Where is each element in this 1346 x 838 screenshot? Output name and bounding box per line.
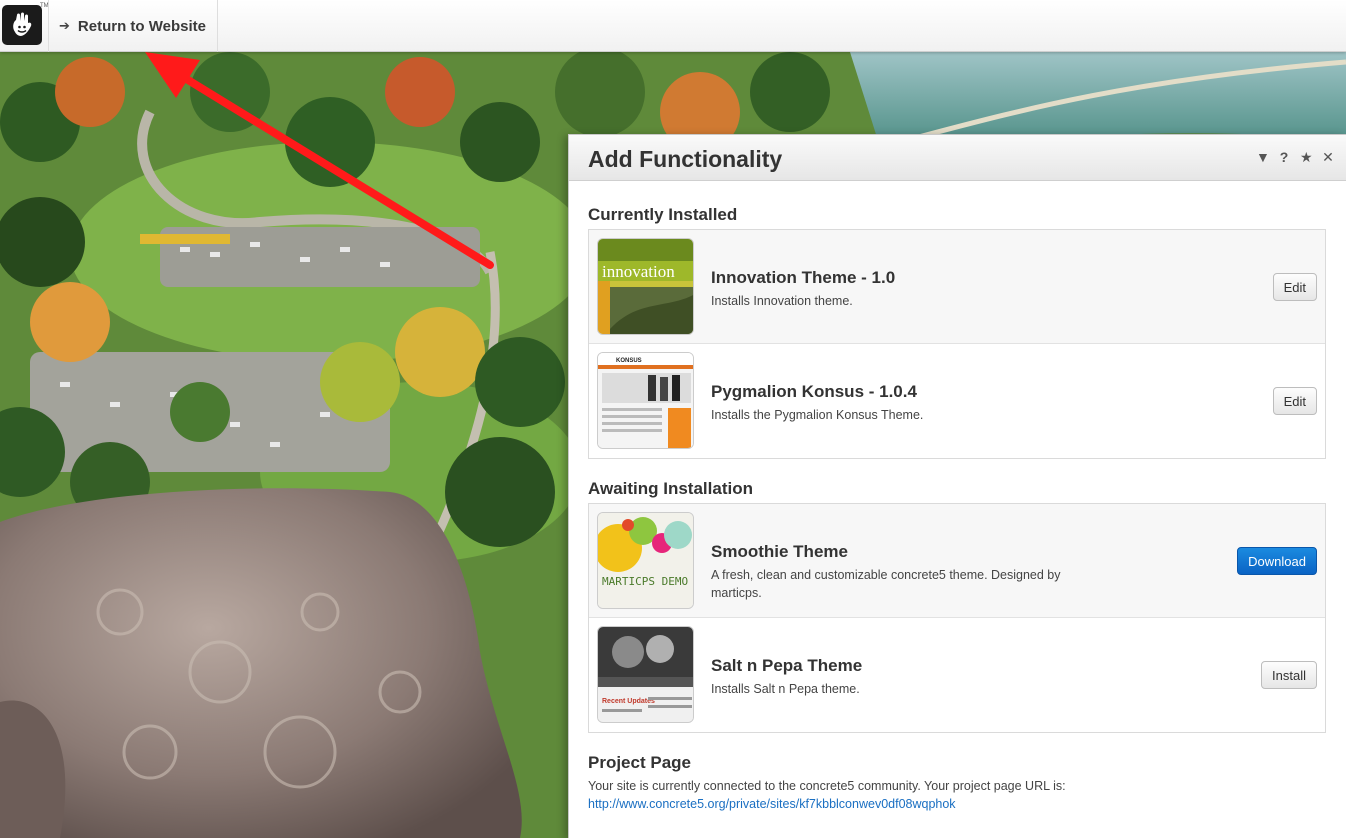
item-name: Smoothie Theme xyxy=(711,542,848,561)
edit-button[interactable]: Edit xyxy=(1272,273,1317,301)
install-button[interactable]: Install xyxy=(1261,661,1317,689)
favorite-star-icon[interactable]: ★ xyxy=(1300,149,1313,166)
panel-header: Add Functionality ▼ ? ★ ✕ xyxy=(569,135,1346,181)
list-item: KONSUS Pygmalion Konsus - 1.0.4 Installs… xyxy=(589,344,1325,458)
smoothie-theme-thumbnail: MARTICPS DEMO xyxy=(597,512,694,609)
innovation-theme-thumbnail: innovation xyxy=(597,238,694,335)
project-page-link[interactable]: http://www.concrete5.org/private/sites/k… xyxy=(588,797,956,811)
svg-text:innovation: innovation xyxy=(602,262,675,281)
pygmalion-konsus-thumbnail: KONSUS xyxy=(597,352,694,449)
svg-text:KONSUS: KONSUS xyxy=(616,358,642,364)
help-icon[interactable]: ? xyxy=(1278,149,1290,166)
item-description: Installs the Pygmalion Konsus Theme. xyxy=(711,408,924,422)
currently-installed-heading: Currently Installed xyxy=(588,205,738,224)
dropdown-icon[interactable]: ▼ xyxy=(1256,149,1270,166)
return-to-website-button[interactable]: ➔ Return to Website xyxy=(48,0,218,52)
panel-title: Add Functionality xyxy=(588,146,783,172)
list-item: Recent Updates Salt n Pepa Theme Install… xyxy=(589,618,1325,732)
salt-n-pepa-thumbnail: Recent Updates xyxy=(597,626,694,723)
return-to-website-label: Return to Website xyxy=(77,17,206,35)
installed-list: innovation Innovation Theme - 1.0 Instal… xyxy=(588,229,1326,459)
item-description: Installs Innovation theme. xyxy=(711,294,853,308)
arrow-left-icon: ➔ xyxy=(59,18,70,33)
item-description: A fresh, clean and customizable concrete… xyxy=(711,568,1061,600)
item-description: Installs Salt n Pepa theme. xyxy=(711,682,860,696)
close-icon[interactable]: ✕ xyxy=(1322,149,1334,166)
edit-button[interactable]: Edit xyxy=(1272,387,1317,415)
list-item: MARTICPS DEMO Smoothie Theme A fresh, cl… xyxy=(589,504,1325,618)
top-toolbar: TM ➔ Return to Website xyxy=(0,0,1346,52)
item-name: Pygmalion Konsus - 1.0.4 xyxy=(711,382,917,401)
svg-text:MARTICPS DEMO: MARTICPS DEMO xyxy=(602,575,688,588)
awaiting-list: MARTICPS DEMO Smoothie Theme A fresh, cl… xyxy=(588,503,1326,733)
project-page-text: Your site is currently connected to the … xyxy=(588,779,1066,793)
project-page-heading: Project Page xyxy=(588,753,691,772)
add-functionality-panel: Add Functionality ▼ ? ★ ✕ Currently Inst… xyxy=(568,134,1346,838)
awaiting-installation-heading: Awaiting Installation xyxy=(588,479,753,498)
item-name: Innovation Theme - 1.0 xyxy=(711,268,896,287)
download-button[interactable]: Download xyxy=(1237,547,1317,575)
item-name: Salt n Pepa Theme xyxy=(711,656,863,675)
list-item: innovation Innovation Theme - 1.0 Instal… xyxy=(589,230,1325,344)
concrete5-hand-logo-icon[interactable] xyxy=(2,5,42,45)
svg-text:Recent Updates: Recent Updates xyxy=(602,698,655,705)
